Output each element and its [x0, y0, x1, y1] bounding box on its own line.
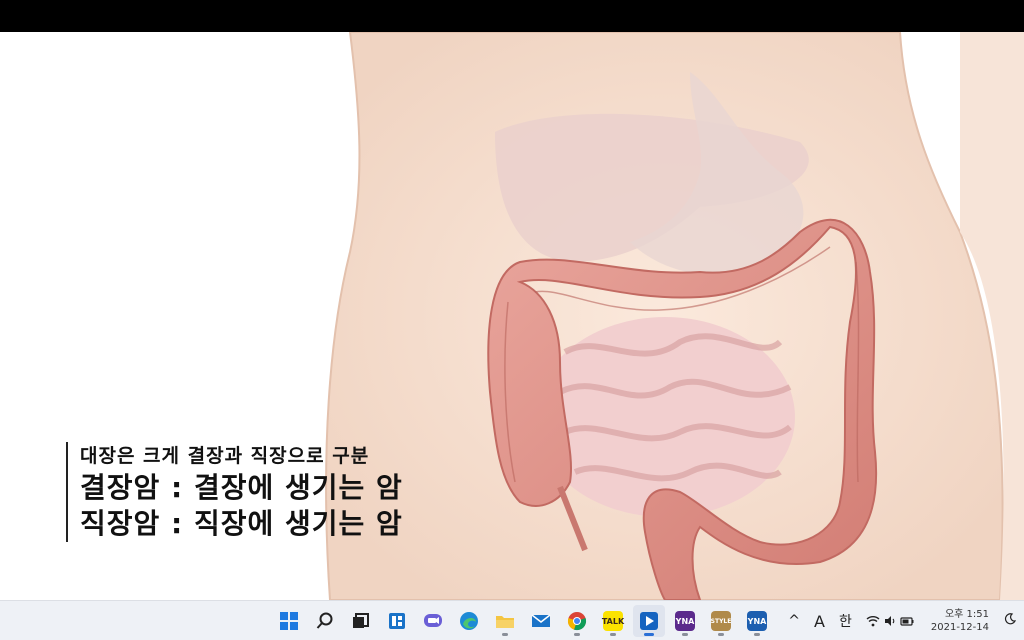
video-frame: 대장은 크게 결장과 직장으로 구분 결장암 : 결장에 생기는 암 직장암 :… — [0, 32, 1024, 600]
start-button[interactable] — [273, 605, 305, 637]
system-tray: ^ A 한 오후 1:51 2021-12-14 — [781, 601, 1024, 640]
mail-button[interactable] — [525, 605, 557, 637]
wifi-icon — [866, 616, 880, 627]
folder-icon — [496, 616, 514, 628]
chat-icon — [424, 614, 442, 627]
running-indicator — [718, 633, 724, 636]
running-indicator — [610, 633, 616, 636]
file-explorer-button[interactable] — [489, 605, 521, 637]
running-indicator — [644, 633, 654, 636]
search-button[interactable] — [309, 605, 341, 637]
letterbox-top — [0, 0, 1024, 32]
chat-button[interactable] — [417, 605, 449, 637]
task-view-icon — [353, 613, 369, 628]
edge-browser-icon — [460, 612, 478, 630]
focus-assist-button[interactable] — [1004, 613, 1017, 629]
taskbar: TALK YNA STYLE YNA ^ A 한 오후 1:51 2021-12… — [0, 600, 1024, 640]
widgets-icon — [389, 613, 405, 629]
clock-button[interactable]: 오후 1:51 2021-12-14 — [931, 608, 989, 634]
taskbar-apps: TALK YNA STYLE YNA — [273, 605, 773, 637]
caption-line-2: 결장암 : 결장에 생기는 암 — [80, 471, 403, 504]
widgets-button[interactable] — [381, 605, 413, 637]
caption-line-1: 대장은 크게 결장과 직장으로 구분 — [80, 445, 370, 467]
quick-settings-button[interactable] — [866, 615, 914, 627]
running-indicator — [574, 633, 580, 636]
style-app-button[interactable]: STYLE — [705, 605, 737, 637]
clock-date: 2021-12-14 — [930, 622, 989, 633]
edge-button[interactable] — [453, 605, 485, 637]
search-icon — [316, 612, 333, 629]
moon-icon — [1004, 613, 1017, 625]
screen: 대장은 크게 결장과 직장으로 구분 결장암 : 결장에 생기는 암 직장암 :… — [0, 0, 1024, 640]
yna-app-icon: YNA — [675, 611, 695, 631]
chrome-button[interactable] — [561, 605, 593, 637]
kakaotalk-icon: TALK — [602, 611, 624, 631]
running-indicator — [682, 633, 688, 636]
caption-line-3: 직장암 : 직장에 생기는 암 — [80, 507, 403, 540]
task-view-button[interactable] — [345, 605, 377, 637]
volume-icon — [884, 616, 895, 626]
chrome-icon — [567, 612, 587, 631]
media-player-icon — [640, 612, 658, 630]
running-indicator — [754, 633, 760, 636]
battery-icon — [900, 617, 914, 626]
yna-app-icon: YNA — [747, 611, 767, 631]
ime-mode-button[interactable]: 한 — [839, 611, 852, 631]
media-player-button[interactable] — [633, 605, 665, 637]
yna-app-button-1[interactable]: YNA — [669, 605, 701, 637]
kakaotalk-button[interactable]: TALK — [597, 605, 629, 637]
clock-time: 오후 1:51 — [944, 609, 989, 620]
show-hidden-icons-button[interactable]: ^ — [788, 613, 800, 629]
windows-logo-icon — [280, 612, 298, 630]
caption-box: 대장은 크게 결장과 직장으로 구분 결장암 : 결장에 생기는 암 직장암 :… — [66, 442, 403, 542]
style-app-icon: STYLE — [711, 611, 731, 631]
input-indicator-button[interactable]: A — [814, 612, 825, 631]
running-indicator — [502, 633, 508, 636]
mail-icon — [531, 614, 551, 627]
yna-app-button-2[interactable]: YNA — [741, 605, 773, 637]
